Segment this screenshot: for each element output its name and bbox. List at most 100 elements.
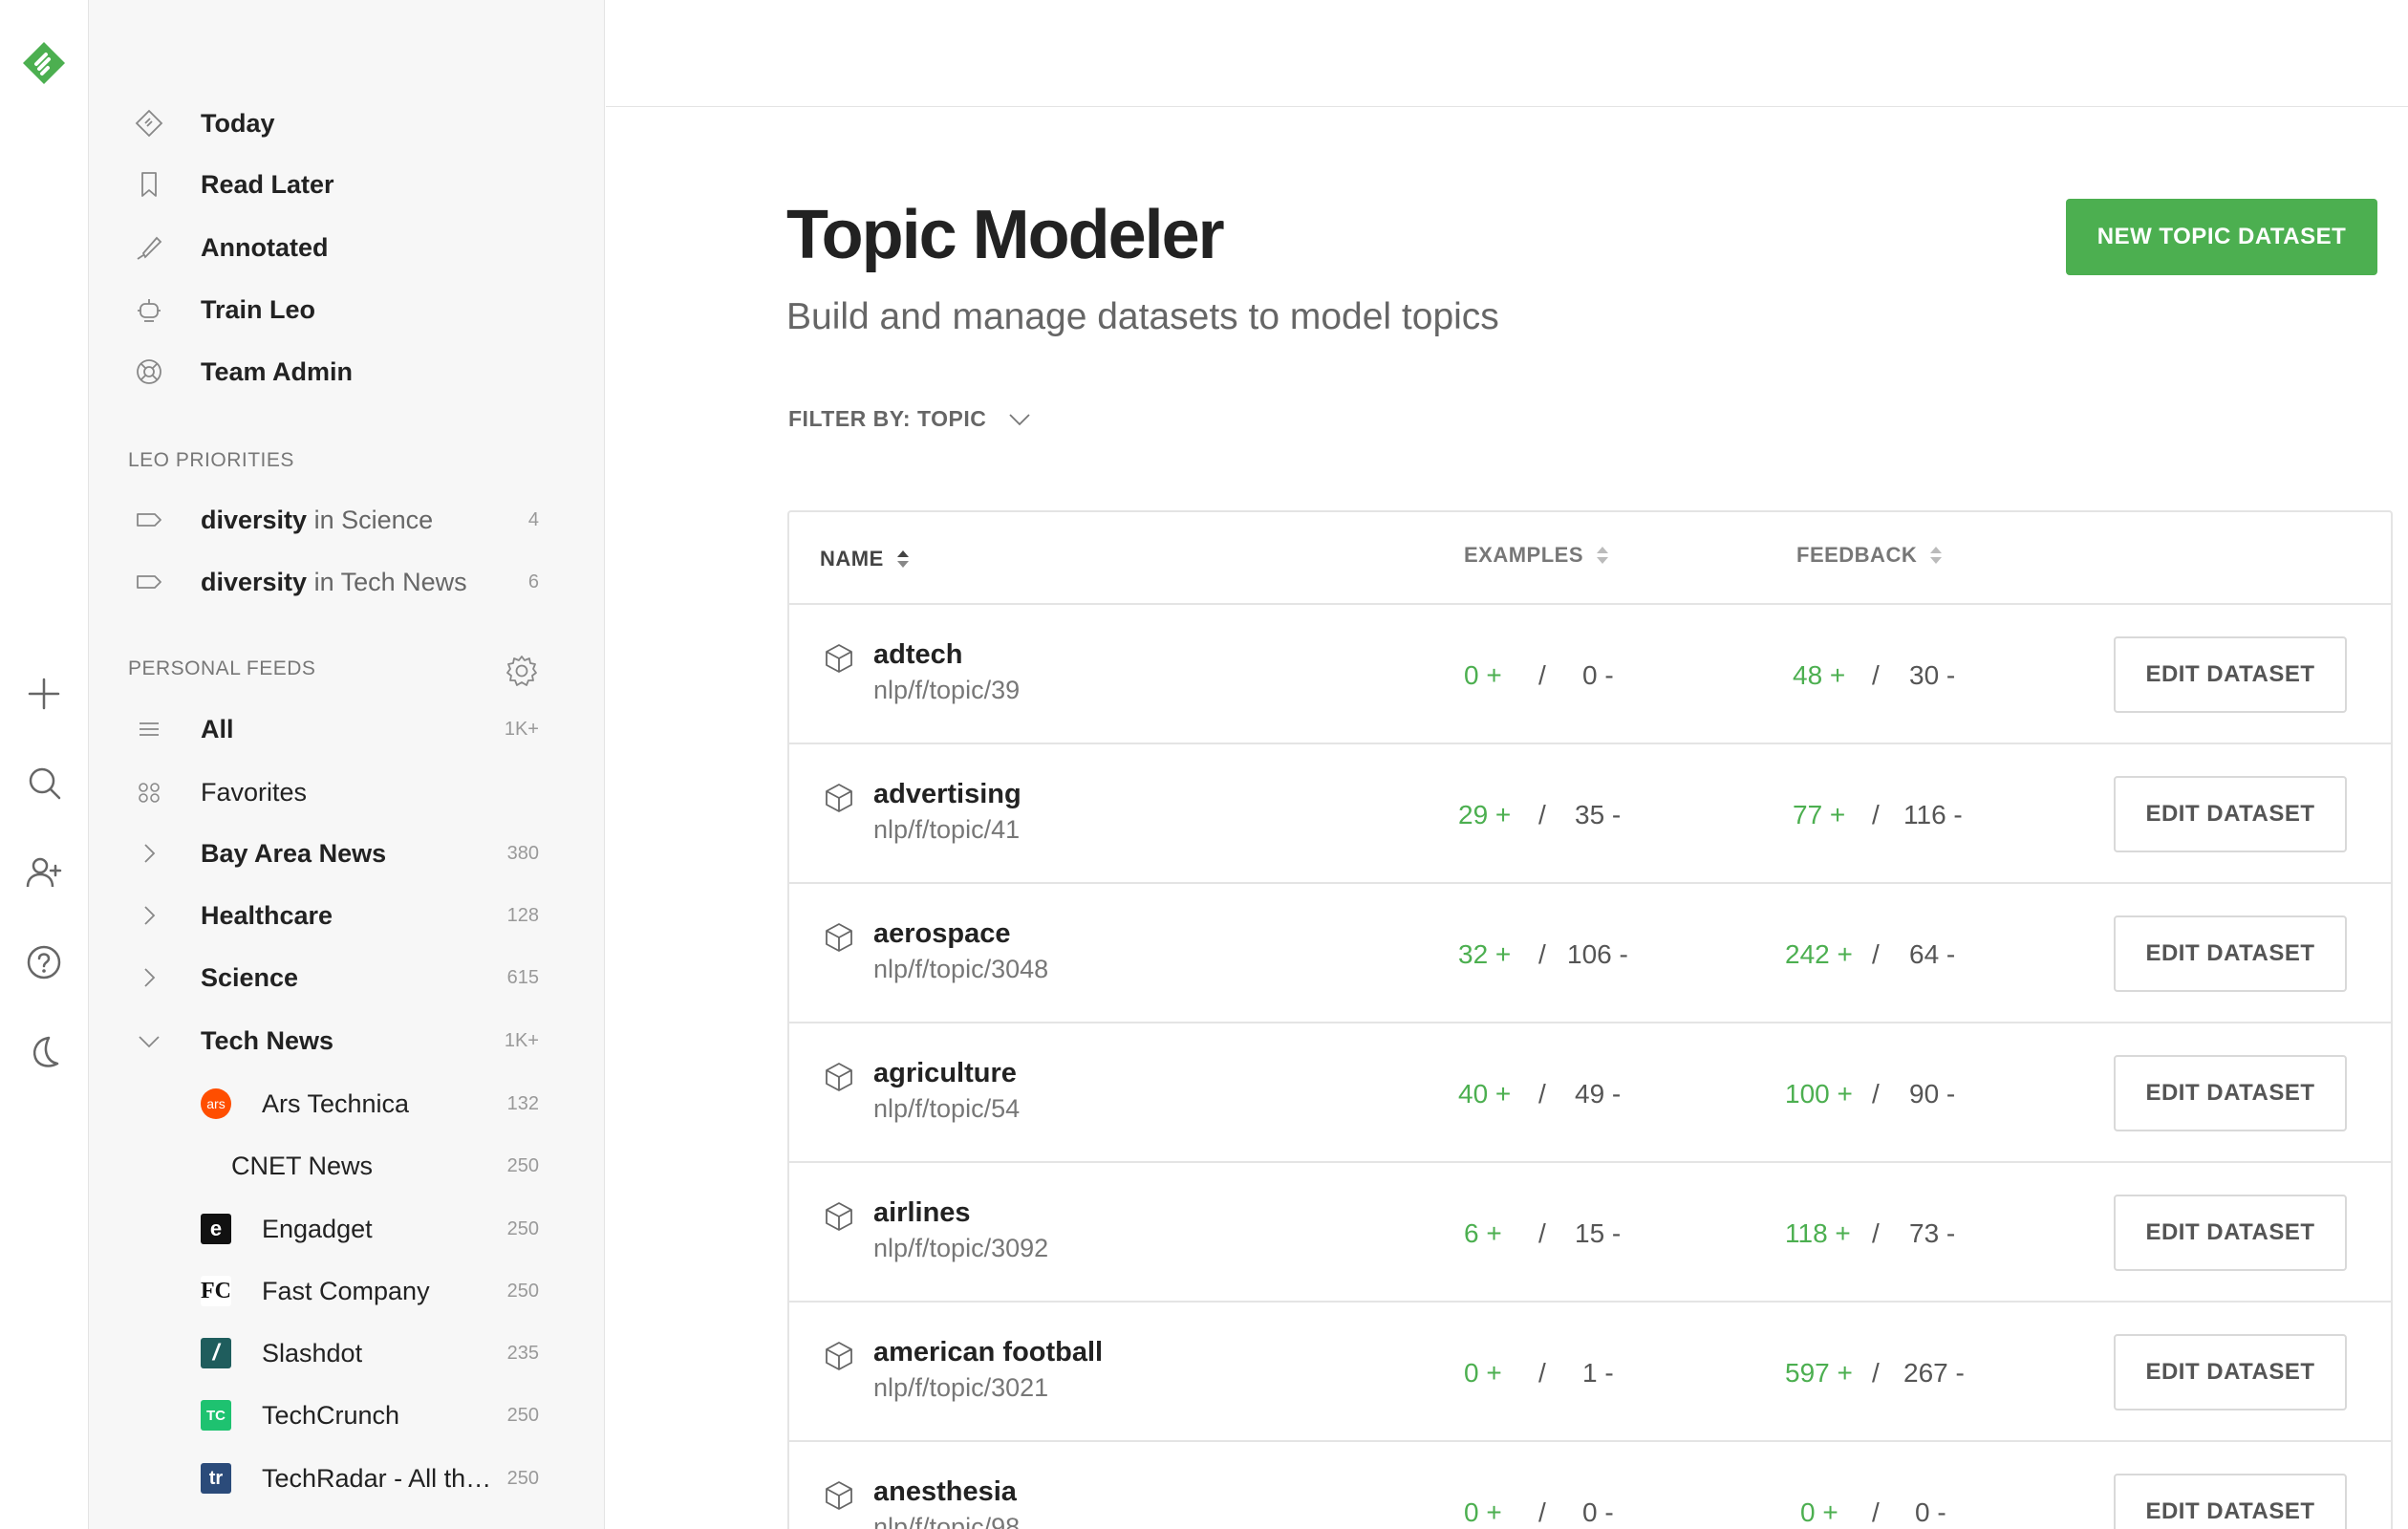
dataset-name: agriculture — [873, 1058, 1017, 1088]
feedly-logo-icon[interactable] — [19, 38, 69, 88]
feedback-negative: 90 - — [1909, 1079, 1956, 1109]
separator: / — [1872, 800, 1880, 829]
dataset-path: nlp/f/topic/54 — [873, 1094, 1021, 1123]
nav-item-train-leo[interactable]: Train Leo — [89, 283, 605, 336]
source-count: 235 — [506, 1342, 539, 1364]
separator: / — [1872, 939, 1880, 969]
feed-count: 380 — [506, 842, 539, 864]
examples-negative: 49 - — [1575, 1079, 1622, 1109]
techcrunch-logo-icon: TC — [201, 1400, 231, 1431]
source-label: Slashdot — [262, 1338, 363, 1367]
examples-negative: 0 - — [1582, 660, 1614, 690]
bookmark-icon — [133, 168, 165, 201]
priority-keyword: diversity — [201, 505, 308, 534]
separator: / — [1872, 1079, 1880, 1109]
dataset-name: airlines — [873, 1197, 971, 1228]
search-icon[interactable] — [21, 760, 67, 806]
nav-item-label: Team Admin — [201, 356, 354, 386]
source-count: 250 — [506, 1217, 539, 1239]
gear-icon[interactable] — [504, 653, 540, 689]
edit-dataset-button[interactable]: EDIT DATASET — [2114, 915, 2347, 992]
source-count: 250 — [506, 1154, 539, 1176]
icon-rail — [0, 0, 89, 1529]
examples-positive: 29 + — [1458, 800, 1512, 829]
edit-dataset-button[interactable]: EDIT DATASET — [2114, 636, 2347, 713]
priority-scope: in Science — [313, 505, 434, 534]
add-content-icon[interactable] — [21, 671, 67, 717]
dataset-name: anesthesia — [873, 1476, 1017, 1507]
filter-by-topic-dropdown[interactable]: FILTER BY: TOPIC — [788, 406, 1032, 432]
column-header-name[interactable]: NAME — [820, 547, 911, 571]
dataset-cube-icon — [826, 1202, 852, 1231]
techradar-logo-icon: tr — [201, 1463, 231, 1494]
chevron-right-icon[interactable] — [133, 837, 165, 870]
nav-item-today[interactable]: Today — [89, 97, 605, 150]
feed-item-science[interactable]: Science 615 — [89, 951, 605, 1004]
table-header: NAME EXAMPLES FEEDBACK — [789, 512, 2391, 605]
navigation-panel: Today Read Later Annotated Train Leo Tea… — [89, 0, 605, 1529]
dataset-cube-icon — [826, 644, 852, 673]
source-item-slashdot[interactable]: / Slashdot 235 — [89, 1326, 605, 1380]
column-header-feedback[interactable]: FEEDBACK — [1796, 543, 1944, 568]
chevron-down-icon[interactable] — [133, 1024, 165, 1057]
feedback-negative: 267 - — [1903, 1358, 1965, 1388]
feed-item-all[interactable]: All 1K+ — [89, 702, 605, 756]
source-item-techcrunch[interactable]: TC TechCrunch 250 — [89, 1389, 605, 1442]
examples-negative: 1 - — [1582, 1358, 1614, 1388]
feed-label: Tech News — [201, 1025, 334, 1055]
separator: / — [1872, 1497, 1880, 1527]
column-header-examples[interactable]: EXAMPLES — [1464, 543, 1610, 568]
help-icon[interactable] — [21, 939, 67, 985]
separator: / — [1538, 800, 1546, 829]
feedback-negative: 116 - — [1903, 800, 1963, 829]
source-label: Engadget — [262, 1214, 373, 1243]
examples-positive: 0 + — [1464, 1358, 1502, 1388]
edit-dataset-button[interactable]: EDIT DATASET — [2114, 1334, 2347, 1411]
feed-item-favorites[interactable]: Favorites — [89, 765, 605, 819]
new-topic-dataset-button[interactable]: NEW TOPIC DATASET — [2066, 199, 2377, 275]
personal-feeds-heading: PERSONAL FEEDS — [128, 657, 316, 679]
source-item-techradar[interactable]: tr TechRadar - All th… 250 — [89, 1452, 605, 1505]
dataset-path: nlp/f/topic/3092 — [873, 1234, 1049, 1262]
edit-dataset-button[interactable]: EDIT DATASET — [2114, 776, 2347, 852]
night-mode-icon[interactable] — [21, 1029, 67, 1075]
feed-label: All — [201, 714, 234, 743]
priority-item[interactable]: diversity in Tech News 6 — [89, 555, 605, 609]
separator: / — [1538, 1079, 1546, 1109]
chevron-right-icon[interactable] — [133, 899, 165, 932]
dataset-path: nlp/f/topic/3021 — [873, 1373, 1049, 1402]
add-user-icon[interactable] — [21, 850, 67, 895]
source-item-fast-company[interactable]: FC Fast Company 250 — [89, 1264, 605, 1318]
separator: / — [1538, 1218, 1546, 1248]
feed-item-healthcare[interactable]: Healthcare 128 — [89, 889, 605, 942]
source-item-cnet-news[interactable]: CNET News 250 — [89, 1139, 605, 1193]
chevron-right-icon[interactable] — [133, 961, 165, 994]
table-row: adtech nlp/f/topic/39 0 + / 0 - 48 + / 3… — [789, 605, 2391, 744]
nav-item-team-admin[interactable]: Team Admin — [89, 345, 605, 398]
feed-count: 615 — [506, 966, 539, 988]
datasets-table: NAME EXAMPLES FEEDBACK adtech nlp/f/topi… — [787, 510, 2393, 1529]
leo-priorities-heading: LEO PRIORITIES — [128, 449, 294, 471]
column-header-label: FEEDBACK — [1796, 543, 1918, 567]
dataset-name: adtech — [873, 639, 963, 670]
column-header-label: EXAMPLES — [1464, 543, 1584, 567]
dataset-path: nlp/f/topic/3048 — [873, 955, 1049, 983]
dataset-cube-icon — [826, 1481, 852, 1510]
examples-positive: 0 + — [1464, 660, 1502, 690]
table-row: airlines nlp/f/topic/3092 6 + / 15 - 118… — [789, 1163, 2391, 1303]
page-subtitle: Build and manage datasets to model topic… — [786, 296, 1499, 337]
priority-item[interactable]: diversity in Science 4 — [89, 493, 605, 547]
edit-dataset-button[interactable]: EDIT DATASET — [2114, 1055, 2347, 1131]
feed-item-bay-area-news[interactable]: Bay Area News 380 — [89, 827, 605, 880]
edit-dataset-button[interactable]: EDIT DATASET — [2114, 1195, 2347, 1271]
nav-item-annotated[interactable]: Annotated — [89, 221, 605, 274]
feedback-positive: 77 + — [1793, 800, 1846, 829]
examples-negative: 106 - — [1567, 939, 1628, 969]
source-item-engadget[interactable]: e Engadget 250 — [89, 1202, 605, 1256]
tag-icon — [133, 504, 165, 536]
nav-item-read-later[interactable]: Read Later — [89, 158, 605, 211]
source-item-ars-technica[interactable]: ars Ars Technica 132 — [89, 1077, 605, 1131]
edit-dataset-button[interactable]: EDIT DATASET — [2114, 1474, 2347, 1529]
source-label: CNET News — [231, 1151, 374, 1180]
feed-item-tech-news[interactable]: Tech News 1K+ — [89, 1014, 605, 1067]
